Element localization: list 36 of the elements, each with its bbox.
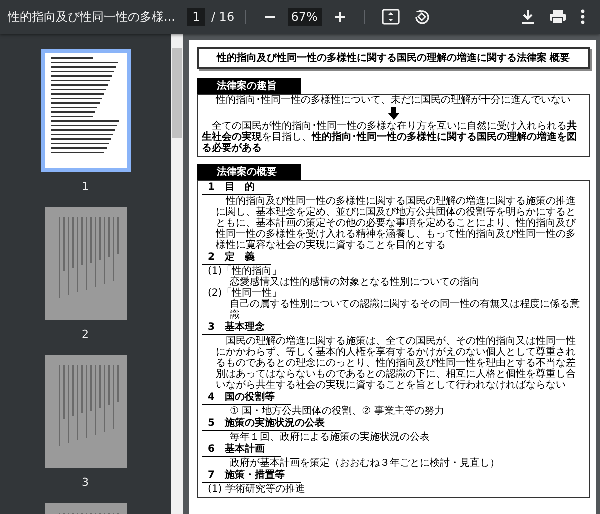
item-heading: 7 施策・措置等 [202, 470, 301, 483]
document-title: 性的指向及び性同一性の多様... [8, 9, 176, 25]
page-number-label: 2 [82, 328, 89, 341]
conclusion-text: 全ての国民が性的指向･性同一性の多様な在り方を互いに自然に受け入れられる共生社会の実現を目指し、性的指向･性同一性の多様性に関する国民の理解の増進を図る必要がある [202, 121, 578, 154]
document-heading: 性的指向及び性同一性の多様性に関する国民の理解の増進に関する法律案 概要 [197, 47, 590, 69]
item-text: 政府が基本計画を策定（おおむね３年ごとに検討・見直し） [229, 458, 500, 469]
item-heading: 3 基本理念 [202, 322, 281, 335]
sub-item-label: (1) 学術研究等の推進 [207, 484, 306, 495]
print-icon [549, 9, 567, 25]
zoom-field[interactable]: 67% [288, 8, 322, 26]
statement-text: 性的指向･性同一性の多様性について、未だに国民の理解が十分に進んでいない [216, 95, 571, 106]
item-text: 毎年１回、政府による施策の実施状況の公表 [229, 432, 430, 443]
section-heading: 法律案の概要 [197, 164, 301, 180]
section-heading: 法律案の趣旨 [197, 78, 301, 94]
sub-item-label: (2)「性同一性」 [207, 288, 282, 299]
page-number-field[interactable]: 1 [187, 8, 206, 26]
item-text: 自己の属する性別についての認識に関するその同一性の有無又は程度に係る意識 [229, 299, 581, 321]
item-heading: 5 施策の実施状況の公表 [202, 418, 341, 431]
page-count: / 16 [211, 10, 235, 24]
item-heading: 6 基本計画 [202, 444, 281, 457]
item-text: 恋愛感情又は性的感情の対象となる性別についての指向 [230, 277, 480, 288]
page-thumbnail[interactable] [40, 49, 130, 172]
paragraph-text: 性的指向及び性同一性の多様性に関する国民の理解の増進に関する施策の推進に関し、基本理念を定め、並びに国及び地方公共団体の役割等を明らかにするとともに、基本計画の策定その他の必要な事項を定めることにより、性的指向及び性同一性の多様性を受け入れる精神を涵養し、もって性的指向及び性同一性の多様性に寛容な社会の実現に資することを目的とする [214, 196, 578, 251]
page-thumbnail[interactable] [44, 355, 126, 468]
paragraph-text: 国民の理解の増進に関する施策は、全ての国民が、その性的指向又は性同一性にかかわらず、等しく基本的人権を享有するかけがえのない個人として尊重されるものであるとの理念にのっとり、性的指向及び性同一性を理由とする不当な差別はあってはならないものであるとの認識の下に、相互に人格と個性を尊重し合いながら共生する社会の実現に資することを旨として行われなければならない [215, 336, 577, 391]
download-icon [521, 9, 535, 25]
item-heading: 1 目 的 [202, 182, 271, 195]
page-number-label: 3 [82, 476, 89, 489]
sub-item-label: (1)「性的指向」 [207, 266, 282, 277]
item-heading: 4 国の役割等 [202, 392, 291, 405]
down-arrow-icon [388, 107, 400, 120]
item-heading: 2 定 義 [202, 252, 271, 265]
item-text: ① 国・地方公共団体の役割、② 事業主等の努力 [229, 406, 444, 417]
page-number-label: 1 [82, 180, 89, 193]
plus-icon [332, 10, 347, 24]
page-thumbnail[interactable] [44, 207, 126, 320]
